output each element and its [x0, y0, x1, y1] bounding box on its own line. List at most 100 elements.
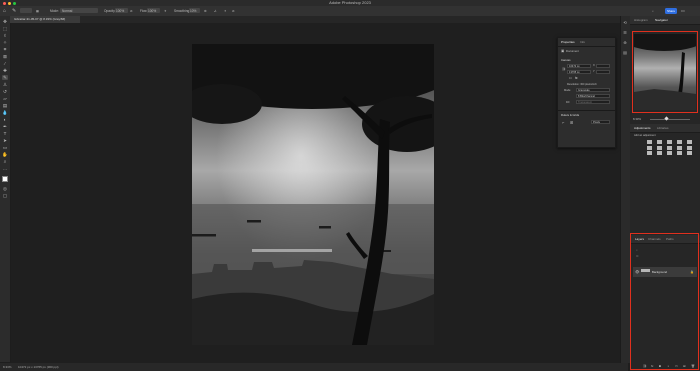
resize-icon[interactable]: ⊡ [569, 76, 572, 80]
layer-name[interactable]: Background [652, 270, 667, 274]
smoothing-settings-icon[interactable]: ⚙ [204, 8, 207, 14]
width-field[interactable]: 10472 px [567, 64, 591, 68]
invert-icon[interactable] [647, 151, 652, 155]
screen-mode-icon[interactable]: ▢ [2, 193, 8, 198]
brush-tool-icon[interactable]: ✎ [12, 8, 16, 14]
document-tab[interactable]: Gibraltar-31-05-07 @ 8.33% (Gray/8#) [10, 16, 80, 23]
quick-select-icon[interactable]: ✧ [2, 40, 8, 45]
units-select[interactable]: Pixels [591, 120, 610, 124]
brush-settings-icon[interactable]: ▦ [36, 8, 39, 14]
status-doc-info[interactable]: 10472 px x 13765 px (300 ppi) [18, 363, 59, 371]
rectangle-icon[interactable]: ▭ [2, 145, 8, 150]
tab-properties[interactable]: Properties [561, 40, 575, 44]
channel-mixer-icon[interactable] [687, 145, 692, 150]
brush-icon[interactable]: ✎ [2, 75, 8, 80]
orientation-icon[interactable]: ⇆ [575, 76, 578, 80]
tab-paths[interactable]: Paths [666, 235, 674, 243]
mode-select[interactable]: Grayscale [576, 88, 610, 92]
path-select-icon[interactable]: ➤ [2, 138, 8, 143]
y-field[interactable] [596, 70, 610, 74]
tab-adjustments[interactable]: Adjustments [634, 124, 651, 132]
lock-options-icon[interactable]: ⊙ [636, 254, 639, 258]
bit-depth-select[interactable]: 8 Bits/Channel [576, 94, 610, 98]
healing-icon[interactable]: ✚ [2, 68, 8, 73]
fx-icon[interactable]: fx [651, 364, 653, 368]
tab-navigator[interactable]: Navigator [655, 16, 668, 24]
hand-icon[interactable]: ✋ [2, 152, 8, 157]
layer-filter-icon[interactable]: ⌕ [636, 248, 638, 252]
document-image[interactable] [192, 44, 434, 345]
link-layers-icon[interactable]: ⛓ [643, 364, 647, 368]
trash-icon[interactable]: 🗑 [691, 364, 695, 368]
brightness-contrast-icon[interactable] [647, 140, 652, 144]
new-layer-icon[interactable]: ⊞ [683, 364, 686, 368]
status-zoom[interactable]: 8.33% [3, 363, 12, 371]
foreground-color-swatch[interactable] [2, 176, 8, 182]
eraser-icon[interactable]: ▱ [2, 96, 8, 101]
add-mask-icon[interactable]: ◙ [659, 364, 661, 368]
properties-icon[interactable]: ☰ [622, 30, 628, 35]
zoom-icon[interactable]: ⌕ [2, 159, 8, 164]
angle-icon[interactable]: ∠ [214, 8, 217, 14]
vibrance-icon[interactable] [687, 140, 692, 144]
navigator-thumbnail[interactable] [634, 34, 696, 110]
eyedropper-icon[interactable]: ⁄ [2, 61, 8, 66]
exposure-icon[interactable] [677, 140, 682, 144]
marquee-icon[interactable]: ⬚ [2, 26, 8, 31]
dodge-icon[interactable]: ◐ [2, 117, 8, 122]
levels-icon[interactable] [657, 140, 662, 144]
glyphs-icon[interactable]: ⊕ [622, 40, 628, 45]
clone-stamp-icon[interactable]: ♙ [2, 82, 8, 87]
threshold-icon[interactable] [667, 151, 672, 155]
share-button[interactable]: Share [665, 8, 677, 14]
ruler-icon[interactable]: ⌐ [562, 120, 564, 125]
frame-icon[interactable]: ⊠ [2, 54, 8, 59]
layer-row-background[interactable]: 👁 Background 🔒 [633, 267, 697, 277]
new-group-icon[interactable]: ▭ [675, 364, 678, 368]
quick-mask-icon[interactable]: ◎ [2, 186, 8, 191]
x-field[interactable] [596, 64, 610, 68]
height-field[interactable]: 13765 px [567, 70, 591, 74]
curves-icon[interactable] [667, 140, 672, 144]
rulers-grids-section-header[interactable]: Rulers & Grids [561, 113, 579, 117]
gradient-map-icon[interactable] [677, 151, 682, 155]
crop-icon[interactable]: ⌗ [2, 47, 8, 52]
fill-select[interactable]: Transparent [576, 100, 610, 104]
link-icon[interactable]: ⛓ [562, 67, 566, 71]
history-brush-icon[interactable]: ↺ [2, 89, 8, 94]
home-icon[interactable]: ⌂ [3, 8, 6, 14]
hue-saturation-icon[interactable] [647, 145, 652, 150]
blur-icon[interactable]: 💧 [2, 110, 8, 115]
adjustment-layer-icon[interactable]: ◑ [667, 364, 669, 368]
tab-libraries[interactable]: Libraries [657, 124, 669, 132]
pressure-size-icon[interactable]: ⊘ [232, 8, 235, 14]
more-icon[interactable]: … [2, 166, 8, 171]
visibility-eye-icon[interactable]: 👁 [635, 270, 639, 274]
search-icon[interactable]: ⌕ [652, 8, 654, 14]
pressure-opacity-icon[interactable]: ⊘ [130, 8, 133, 14]
tab-histogram[interactable]: Histogram [634, 16, 648, 24]
tab-info[interactable]: Info [580, 40, 585, 44]
brush-preset-picker[interactable] [20, 8, 32, 13]
posterize-icon[interactable] [657, 151, 662, 155]
symmetry-icon[interactable]: ⚭ [224, 8, 227, 14]
tab-channels[interactable]: Channels [648, 235, 661, 243]
canvas-section-header[interactable]: Canvas [561, 58, 570, 62]
tab-layers[interactable]: Layers [635, 235, 644, 243]
history-icon[interactable]: ⟲ [622, 20, 628, 25]
airbrush-icon[interactable]: ✈ [164, 8, 167, 14]
type-icon[interactable]: T [2, 131, 8, 136]
black-white-icon[interactable] [667, 145, 672, 150]
gradient-icon[interactable]: ▤ [2, 103, 8, 108]
photo-filter-icon[interactable] [677, 145, 682, 150]
color-balance-icon[interactable] [657, 145, 662, 150]
move-icon[interactable]: ✥ [2, 19, 8, 24]
lasso-icon[interactable]: ℓ [2, 33, 8, 38]
workspace-icon[interactable]: ▭ [681, 8, 685, 14]
libraries-icon[interactable]: ▤ [622, 50, 628, 55]
pen-icon[interactable]: ✒ [2, 124, 8, 129]
grid-icon[interactable]: ⊞ [570, 120, 573, 125]
navigator-zoom-slider[interactable] [650, 119, 690, 120]
selective-color-icon[interactable] [687, 151, 692, 155]
navigator-zoom[interactable]: 8.33% [633, 117, 641, 121]
